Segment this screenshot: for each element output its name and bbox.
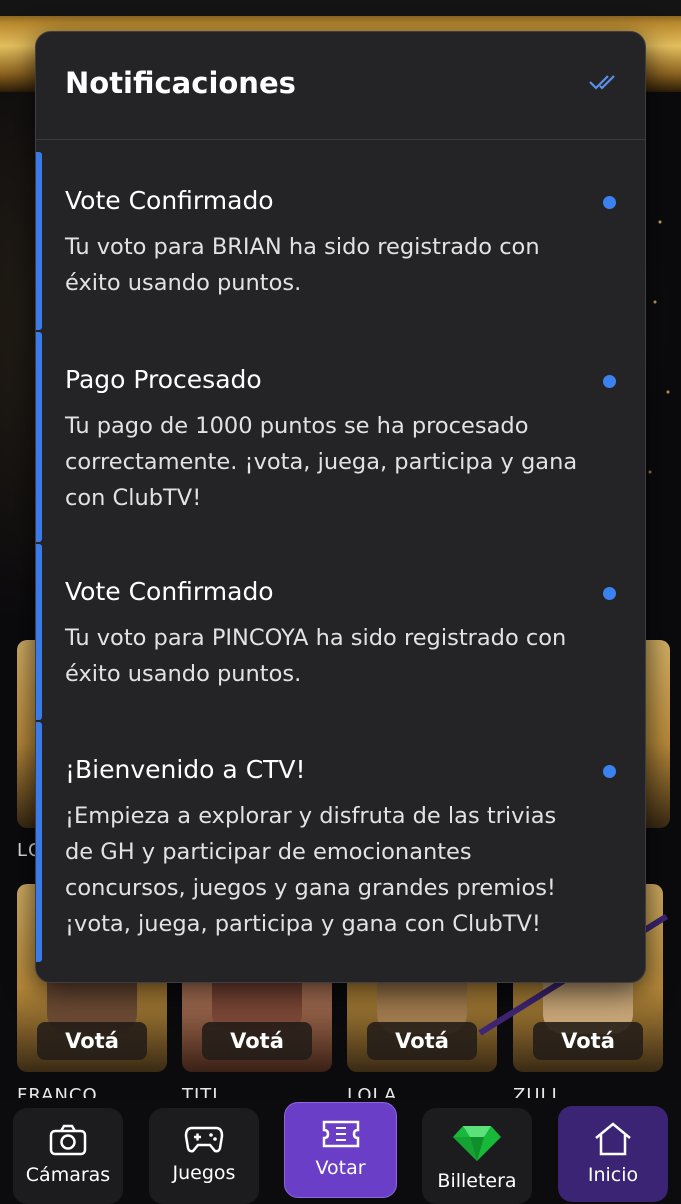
notifications-panel: Notificaciones Vote Confirmado Tu voto p…: [35, 31, 646, 983]
notification-body: ¡Empieza a explorar y disfruta de las tr…: [65, 803, 557, 937]
nav-item-inicio[interactable]: Inicio: [558, 1106, 668, 1202]
notification-item[interactable]: Vote Confirmado Tu voto para BRIAN ha si…: [36, 152, 645, 330]
notification-title: Vote Confirmado: [65, 577, 274, 606]
unread-accent-bar: [36, 722, 42, 962]
unread-dot: [603, 375, 616, 388]
nav-item-juegos[interactable]: Juegos: [149, 1108, 259, 1204]
camera-icon: [49, 1124, 87, 1156]
notification-title: Pago Procesado: [65, 365, 262, 394]
nav-item-camaras[interactable]: Cámaras: [13, 1108, 123, 1204]
notification-body: Tu pago de 1000 puntos se ha procesado c…: [65, 413, 578, 511]
notification-body: Tu voto para BRIAN ha sido registrado co…: [65, 234, 540, 296]
ticket-icon: [321, 1119, 361, 1149]
notification-item[interactable]: ¡Bienvenido a CTV! ¡Empieza a explorar y…: [36, 722, 645, 962]
panel-header: Notificaciones: [36, 32, 645, 140]
nav-item-billetera[interactable]: Billetera: [422, 1108, 532, 1204]
vote-button[interactable]: Votá: [367, 1022, 477, 1060]
vote-button[interactable]: Votá: [37, 1022, 147, 1060]
bottom-nav: Cámaras Juegos Votar Billetera Inicio: [0, 1098, 681, 1204]
notification-title: Vote Confirmado: [65, 186, 274, 215]
unread-dot: [603, 765, 616, 778]
home-icon: [593, 1122, 633, 1156]
notification-title: ¡Bienvenido a CTV!: [65, 755, 306, 784]
vote-button[interactable]: Votá: [202, 1022, 312, 1060]
unread-dot: [603, 587, 616, 600]
nav-label: Inicio: [587, 1164, 639, 1186]
status-bar: [0, 0, 681, 16]
unread-accent-bar: [36, 332, 42, 542]
unread-accent-bar: [36, 544, 42, 720]
unread-accent-bar: [36, 152, 42, 330]
panel-title: Notificaciones: [65, 66, 296, 100]
gamepad-icon: [184, 1124, 224, 1154]
nav-label: Cámaras: [25, 1164, 111, 1186]
nav-label: Billetera: [437, 1170, 517, 1192]
vote-button[interactable]: Votá: [533, 1022, 643, 1060]
emerald-icon: [451, 1124, 503, 1162]
double-check-icon[interactable]: [588, 72, 618, 96]
nav-item-votar[interactable]: Votar: [284, 1102, 397, 1198]
nav-label: Votar: [315, 1157, 366, 1179]
notification-body: Tu voto para PINCOYA ha sido registrado …: [65, 625, 567, 687]
notification-item[interactable]: Vote Confirmado Tu voto para PINCOYA ha …: [36, 544, 645, 720]
unread-dot: [603, 196, 616, 209]
notification-item[interactable]: Pago Procesado Tu pago de 1000 puntos se…: [36, 332, 645, 542]
nav-label: Juegos: [172, 1162, 236, 1184]
